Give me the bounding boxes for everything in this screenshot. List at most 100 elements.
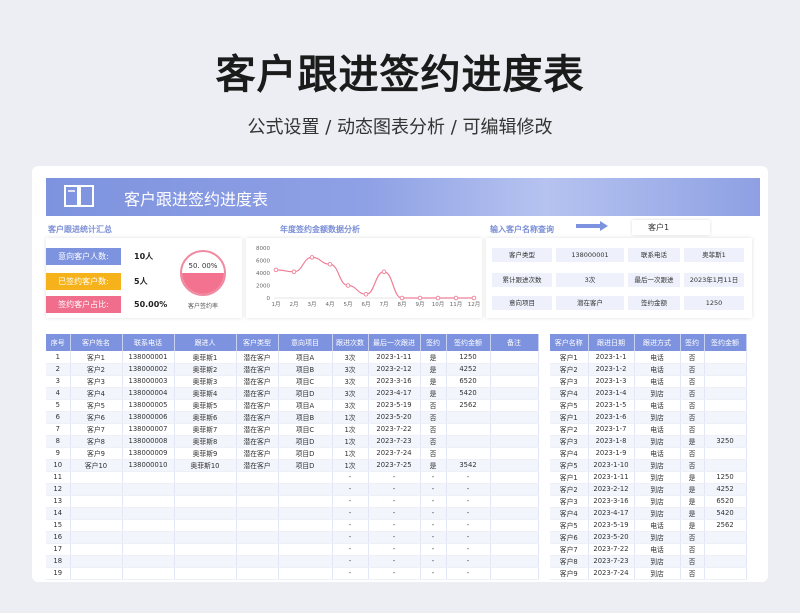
table-cell[interactable]: 是 bbox=[680, 495, 705, 508]
table-cell[interactable] bbox=[704, 423, 747, 436]
table-cell[interactable]: 138000004 bbox=[122, 387, 175, 400]
table-cell[interactable]: 2562 bbox=[704, 519, 747, 532]
table-cell[interactable]: 138000010 bbox=[122, 459, 175, 472]
table-cell[interactable]: 否 bbox=[680, 567, 705, 580]
table-cell[interactable] bbox=[70, 519, 123, 532]
table-cell[interactable]: - bbox=[420, 567, 447, 580]
table-cell[interactable]: 否 bbox=[680, 399, 705, 412]
table-cell[interactable] bbox=[122, 519, 175, 532]
table-cell[interactable]: - bbox=[420, 495, 447, 508]
table-cell[interactable] bbox=[704, 543, 747, 556]
table-cell[interactable]: 否 bbox=[680, 459, 705, 472]
table-cell[interactable]: 138000007 bbox=[122, 423, 175, 436]
table-cell[interactable]: 3次 bbox=[332, 363, 369, 376]
table-cell[interactable]: - bbox=[446, 531, 491, 544]
table-cell[interactable]: - bbox=[420, 543, 447, 556]
column-header[interactable]: 备注 bbox=[490, 334, 539, 351]
table-cell[interactable] bbox=[490, 351, 539, 364]
table-cell[interactable] bbox=[174, 483, 237, 496]
table-cell[interactable]: - bbox=[332, 483, 369, 496]
table-cell[interactable]: 客户3 bbox=[550, 435, 589, 448]
table-cell[interactable]: - bbox=[368, 567, 421, 580]
table-cell[interactable]: 12 bbox=[46, 483, 71, 496]
table-cell[interactable]: 2023-3-16 bbox=[588, 495, 635, 508]
table-cell[interactable]: - bbox=[368, 531, 421, 544]
table-cell[interactable]: 客户2 bbox=[70, 363, 123, 376]
table-cell[interactable] bbox=[446, 423, 491, 436]
table-cell[interactable]: - bbox=[368, 555, 421, 568]
table-cell[interactable]: - bbox=[332, 567, 369, 580]
table-cell[interactable] bbox=[490, 423, 539, 436]
column-header[interactable]: 客户名称 bbox=[550, 334, 589, 351]
table-cell[interactable]: 138000009 bbox=[122, 447, 175, 460]
table-cell[interactable]: 138000001 bbox=[122, 351, 175, 364]
table-cell[interactable]: 否 bbox=[680, 531, 705, 544]
table-cell[interactable] bbox=[704, 447, 747, 460]
column-header[interactable]: 签约 bbox=[420, 334, 447, 351]
column-header[interactable]: 签约金额 bbox=[704, 334, 747, 351]
table-cell[interactable]: 4 bbox=[46, 387, 71, 400]
table-cell[interactable] bbox=[490, 411, 539, 424]
table-cell[interactable]: 客户9 bbox=[70, 447, 123, 460]
table-cell[interactable]: 13 bbox=[46, 495, 71, 508]
table-cell[interactable] bbox=[70, 495, 123, 508]
table-cell[interactable] bbox=[70, 507, 123, 520]
table-cell[interactable] bbox=[490, 435, 539, 448]
table-cell[interactable] bbox=[704, 531, 747, 544]
table-cell[interactable] bbox=[490, 471, 539, 484]
table-cell[interactable] bbox=[490, 483, 539, 496]
table-cell[interactable]: 奥菲斯2 bbox=[174, 363, 237, 376]
table-cell[interactable]: 项目D bbox=[278, 447, 333, 460]
table-cell[interactable]: 奥菲斯1 bbox=[174, 351, 237, 364]
table-cell[interactable]: 奥菲斯7 bbox=[174, 423, 237, 436]
table-cell[interactable]: 1次 bbox=[332, 447, 369, 460]
table-cell[interactable] bbox=[174, 543, 237, 556]
table-cell[interactable]: 客户1 bbox=[550, 411, 589, 424]
table-cell[interactable]: 到店 bbox=[634, 483, 681, 496]
table-cell[interactable]: 11 bbox=[46, 471, 71, 484]
table-cell[interactable] bbox=[70, 555, 123, 568]
table-cell[interactable]: 是 bbox=[420, 363, 447, 376]
table-cell[interactable]: 6520 bbox=[704, 495, 747, 508]
table-cell[interactable]: 客户4 bbox=[550, 447, 589, 460]
table-cell[interactable]: 否 bbox=[680, 411, 705, 424]
table-cell[interactable]: - bbox=[332, 531, 369, 544]
table-cell[interactable] bbox=[278, 555, 333, 568]
table-cell[interactable] bbox=[174, 495, 237, 508]
table-cell[interactable]: 19 bbox=[46, 567, 71, 580]
table-cell[interactable] bbox=[70, 471, 123, 484]
table-cell[interactable]: 客户3 bbox=[70, 375, 123, 388]
table-cell[interactable]: 2023-1-3 bbox=[588, 375, 635, 388]
table-cell[interactable] bbox=[236, 531, 279, 544]
table-cell[interactable]: - bbox=[446, 543, 491, 556]
table-cell[interactable]: 2 bbox=[46, 363, 71, 376]
table-cell[interactable]: 电话 bbox=[634, 423, 681, 436]
table-cell[interactable] bbox=[278, 483, 333, 496]
table-cell[interactable]: - bbox=[332, 471, 369, 484]
table-cell[interactable]: 2023-5-19 bbox=[588, 519, 635, 532]
table-cell[interactable]: 17 bbox=[46, 543, 71, 556]
table-cell[interactable]: 客户4 bbox=[70, 387, 123, 400]
table-cell[interactable]: 1次 bbox=[332, 459, 369, 472]
table-cell[interactable] bbox=[122, 507, 175, 520]
table-cell[interactable]: 潜在客户 bbox=[236, 423, 279, 436]
table-cell[interactable]: - bbox=[368, 495, 421, 508]
table-cell[interactable]: 潜在客户 bbox=[236, 459, 279, 472]
table-cell[interactable]: 奥菲斯8 bbox=[174, 435, 237, 448]
table-cell[interactable]: 是 bbox=[420, 375, 447, 388]
table-cell[interactable]: 到店 bbox=[634, 507, 681, 520]
table-cell[interactable]: 18 bbox=[46, 555, 71, 568]
column-header[interactable]: 签约金额 bbox=[446, 334, 491, 351]
table-cell[interactable]: 是 bbox=[680, 471, 705, 484]
table-cell[interactable]: - bbox=[420, 507, 447, 520]
table-cell[interactable]: 客户5 bbox=[550, 459, 589, 472]
table-cell[interactable]: 客户2 bbox=[550, 483, 589, 496]
column-header[interactable]: 跟进人 bbox=[174, 334, 237, 351]
column-header[interactable]: 客户类型 bbox=[236, 334, 279, 351]
table-cell[interactable]: 是 bbox=[680, 435, 705, 448]
table-cell[interactable] bbox=[70, 543, 123, 556]
table-cell[interactable]: 客户6 bbox=[70, 411, 123, 424]
table-cell[interactable] bbox=[236, 555, 279, 568]
table-cell[interactable]: 138000008 bbox=[122, 435, 175, 448]
table-cell[interactable]: 到店 bbox=[634, 387, 681, 400]
